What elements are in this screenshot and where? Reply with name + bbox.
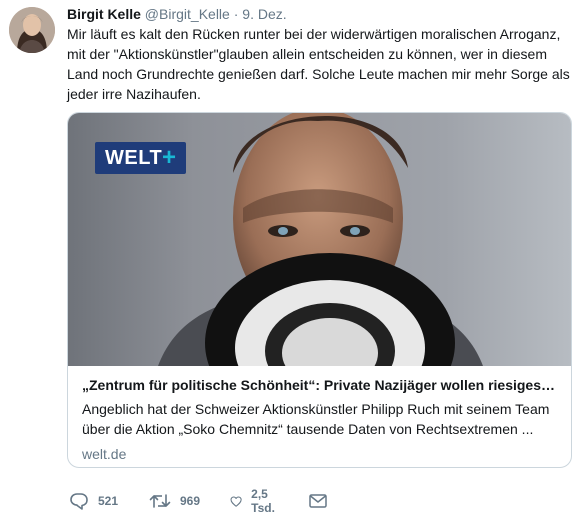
retweet-button[interactable]: 969 bbox=[149, 490, 200, 512]
card-description: Angeblich hat der Schweizer Aktionskünst… bbox=[82, 401, 550, 437]
like-count: 2,5 Tsd. bbox=[251, 487, 275, 515]
tweet-text: Mir läuft es kalt den Rücken runter bei … bbox=[67, 26, 570, 102]
reply-count: 521 bbox=[98, 494, 119, 508]
heart-icon bbox=[230, 495, 242, 507]
welt-logo: WELT + bbox=[95, 142, 186, 174]
reply-button[interactable]: 521 bbox=[69, 490, 118, 512]
like-button[interactable]: 2,5 Tsd. bbox=[230, 487, 281, 515]
envelope-icon bbox=[309, 494, 327, 508]
welt-logo-text: WELT bbox=[105, 147, 163, 169]
reply-icon bbox=[70, 493, 88, 510]
card-title: „Zentrum für politische Schönheit“: Priv… bbox=[82, 377, 557, 393]
author-handle[interactable]: @Birgit_Kelle bbox=[145, 6, 230, 22]
retweet-icon bbox=[149, 494, 171, 508]
avatar-image bbox=[9, 7, 55, 53]
tweet-date[interactable]: 9. Dez. bbox=[242, 6, 286, 22]
avatar[interactable] bbox=[9, 7, 55, 53]
tweet-header: Birgit Kelle @Birgit_Kelle · 9. Dez. bbox=[67, 5, 287, 23]
direct-message-button[interactable] bbox=[308, 490, 328, 512]
welt-plus-icon: + bbox=[162, 144, 177, 171]
header-separator: · bbox=[233, 6, 239, 22]
link-card[interactable]: WELT + „Zentrum für politische Schönheit… bbox=[67, 112, 572, 468]
card-domain: welt.de bbox=[82, 446, 127, 462]
card-body: „Zentrum für politische Schönheit“: Priv… bbox=[68, 366, 571, 463]
card-image: WELT + bbox=[68, 113, 571, 366]
author-name[interactable]: Birgit Kelle bbox=[67, 6, 141, 22]
retweet-count: 969 bbox=[180, 494, 201, 508]
